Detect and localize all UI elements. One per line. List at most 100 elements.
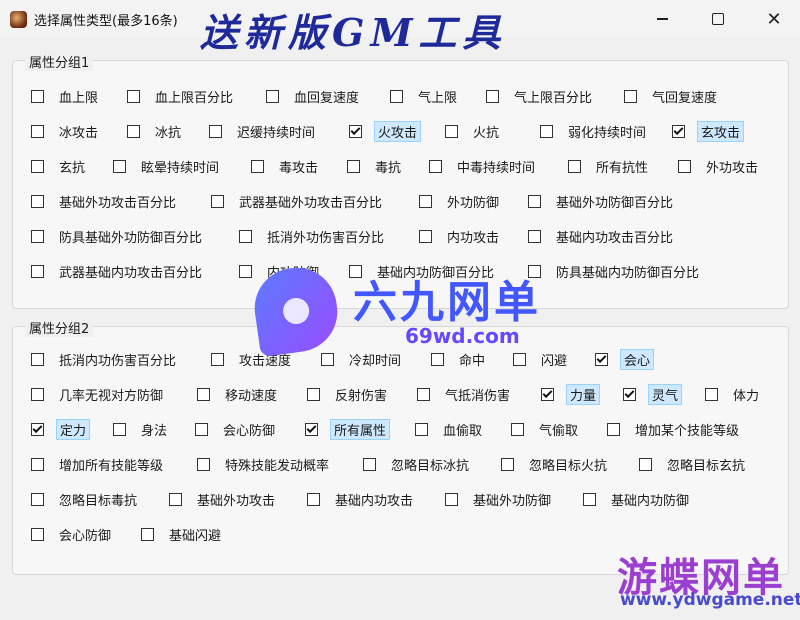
checkbox-group1-27[interactable]: 基础内功攻击百分比 [528, 225, 676, 247]
checkbox-group2-14[interactable]: 身法 [113, 418, 170, 440]
checkbox-group1-21[interactable]: 武器基础外功攻击百分比 [211, 190, 385, 212]
checkbox-unchecked-icon[interactable] [197, 457, 210, 471]
checkbox-unchecked-icon[interactable] [31, 492, 44, 506]
checkbox-group1-0[interactable]: 血上限 [31, 85, 101, 107]
checkbox-group1-10[interactable]: 火抗 [445, 120, 502, 142]
checkbox-group2-10[interactable]: 力量 [541, 383, 601, 405]
checkbox-unchecked-icon[interactable] [347, 159, 360, 173]
checkbox-checked-icon[interactable] [672, 124, 685, 138]
checkbox-unchecked-icon[interactable] [363, 457, 376, 471]
checkbox-unchecked-icon[interactable] [31, 457, 44, 471]
checkbox-group1-6[interactable]: 冰攻击 [31, 120, 101, 142]
checkbox-unchecked-icon[interactable] [266, 89, 279, 103]
checkbox-group2-19[interactable]: 增加某个技能等级 [607, 418, 742, 440]
checkbox-group1-23[interactable]: 基础外功防御百分比 [528, 190, 676, 212]
checkbox-group2-25[interactable]: 忽略目标毒抗 [31, 488, 140, 510]
checkbox-unchecked-icon[interactable] [307, 492, 320, 506]
checkbox-checked-icon[interactable] [349, 124, 362, 138]
checkbox-unchecked-icon[interactable] [417, 387, 430, 401]
maximize-button[interactable] [706, 8, 730, 30]
checkbox-group1-7[interactable]: 冰抗 [127, 120, 184, 142]
checkbox-group1-3[interactable]: 气上限 [390, 85, 460, 107]
checkbox-unchecked-icon[interactable] [31, 89, 44, 103]
checkbox-group1-11[interactable]: 弱化持续时间 [540, 120, 649, 142]
checkbox-unchecked-icon[interactable] [195, 422, 208, 436]
checkbox-group2-5[interactable]: 会心 [595, 348, 655, 370]
checkbox-unchecked-icon[interactable] [486, 89, 499, 103]
checkbox-group2-30[interactable]: 会心防御 [31, 523, 114, 545]
checkbox-unchecked-icon[interactable] [528, 229, 541, 243]
checkbox-unchecked-icon[interactable] [127, 89, 140, 103]
checkbox-unchecked-icon[interactable] [211, 352, 224, 366]
checkbox-group1-2[interactable]: 血回复速度 [266, 85, 362, 107]
checkbox-unchecked-icon[interactable] [113, 159, 126, 173]
checkbox-unchecked-icon[interactable] [169, 492, 182, 506]
checkbox-unchecked-icon[interactable] [31, 352, 44, 366]
checkbox-unchecked-icon[interactable] [127, 124, 140, 138]
checkbox-unchecked-icon[interactable] [419, 229, 432, 243]
close-button[interactable]: ✕ [762, 8, 786, 30]
checkbox-group1-24[interactable]: 防具基础外功防御百分比 [31, 225, 205, 247]
checkbox-unchecked-icon[interactable] [31, 229, 44, 243]
checkbox-unchecked-icon[interactable] [31, 159, 44, 173]
title-bar[interactable]: 选择属性类型(最多16条) 送新版GM工具 ✕ [0, 0, 800, 55]
checkbox-unchecked-icon[interactable] [419, 194, 432, 208]
checkbox-group2-22[interactable]: 忽略目标冰抗 [363, 453, 472, 475]
checkbox-group2-15[interactable]: 会心防御 [195, 418, 278, 440]
checkbox-group1-5[interactable]: 气回复速度 [624, 85, 720, 107]
checkbox-group2-8[interactable]: 反射伤害 [307, 383, 390, 405]
checkbox-checked-icon[interactable] [541, 387, 554, 401]
checkbox-unchecked-icon[interactable] [624, 89, 637, 103]
checkbox-unchecked-icon[interactable] [639, 457, 652, 471]
checkbox-group2-6[interactable]: 几率无视对方防御 [31, 383, 166, 405]
checkbox-group2-20[interactable]: 增加所有技能等级 [31, 453, 166, 475]
checkbox-group1-13[interactable]: 玄抗 [31, 155, 88, 177]
checkbox-group2-9[interactable]: 气抵消伤害 [417, 383, 513, 405]
checkbox-unchecked-icon[interactable] [141, 527, 154, 541]
checkbox-unchecked-icon[interactable] [445, 124, 458, 138]
checkbox-group2-29[interactable]: 基础内功防御 [583, 488, 692, 510]
checkbox-unchecked-icon[interactable] [415, 422, 428, 436]
checkbox-group2-18[interactable]: 气偷取 [511, 418, 581, 440]
checkbox-group2-28[interactable]: 基础外功防御 [445, 488, 554, 510]
checkbox-checked-icon[interactable] [305, 422, 318, 436]
checkbox-group2-7[interactable]: 移动速度 [197, 383, 280, 405]
checkbox-group1-12[interactable]: 玄攻击 [672, 120, 745, 142]
checkbox-group1-18[interactable]: 所有抗性 [568, 155, 651, 177]
checkbox-group1-19[interactable]: 外功攻击 [678, 155, 761, 177]
checkbox-unchecked-icon[interactable] [705, 387, 718, 401]
checkbox-group2-12[interactable]: 体力 [705, 383, 762, 405]
checkbox-group2-24[interactable]: 忽略目标玄抗 [639, 453, 748, 475]
checkbox-unchecked-icon[interactable] [31, 527, 44, 541]
checkbox-unchecked-icon[interactable] [583, 492, 596, 506]
checkbox-group1-15[interactable]: 毒攻击 [251, 155, 321, 177]
checkbox-group1-25[interactable]: 抵消外功伤害百分比 [239, 225, 387, 247]
checkbox-unchecked-icon[interactable] [540, 124, 553, 138]
checkbox-unchecked-icon[interactable] [211, 194, 224, 208]
checkbox-unchecked-icon[interactable] [31, 124, 44, 138]
checkbox-group1-20[interactable]: 基础外功攻击百分比 [31, 190, 179, 212]
checkbox-group1-14[interactable]: 眩晕持续时间 [113, 155, 222, 177]
checkbox-group1-8[interactable]: 迟缓持续时间 [209, 120, 318, 142]
checkbox-group2-17[interactable]: 血偷取 [415, 418, 485, 440]
checkbox-group2-26[interactable]: 基础外功攻击 [169, 488, 278, 510]
checkbox-unchecked-icon[interactable] [31, 264, 44, 278]
checkbox-group2-31[interactable]: 基础闪避 [141, 523, 224, 545]
checkbox-unchecked-icon[interactable] [197, 387, 210, 401]
checkbox-group2-11[interactable]: 灵气 [623, 383, 683, 405]
checkbox-unchecked-icon[interactable] [513, 352, 526, 366]
checkbox-unchecked-icon[interactable] [209, 124, 222, 138]
checkbox-group1-16[interactable]: 毒抗 [347, 155, 404, 177]
checkbox-unchecked-icon[interactable] [321, 352, 334, 366]
checkbox-group2-21[interactable]: 特殊技能发动概率 [197, 453, 332, 475]
checkbox-unchecked-icon[interactable] [307, 387, 320, 401]
checkbox-unchecked-icon[interactable] [429, 159, 442, 173]
checkbox-group1-22[interactable]: 外功防御 [419, 190, 502, 212]
checkbox-group1-1[interactable]: 血上限百分比 [127, 85, 236, 107]
checkbox-unchecked-icon[interactable] [501, 457, 514, 471]
checkbox-group2-16[interactable]: 所有属性 [305, 418, 391, 440]
checkbox-group1-28[interactable]: 武器基础内功攻击百分比 [31, 260, 205, 282]
checkbox-group1-4[interactable]: 气上限百分比 [486, 85, 595, 107]
checkbox-group1-26[interactable]: 内功攻击 [419, 225, 502, 247]
checkbox-unchecked-icon[interactable] [113, 422, 126, 436]
